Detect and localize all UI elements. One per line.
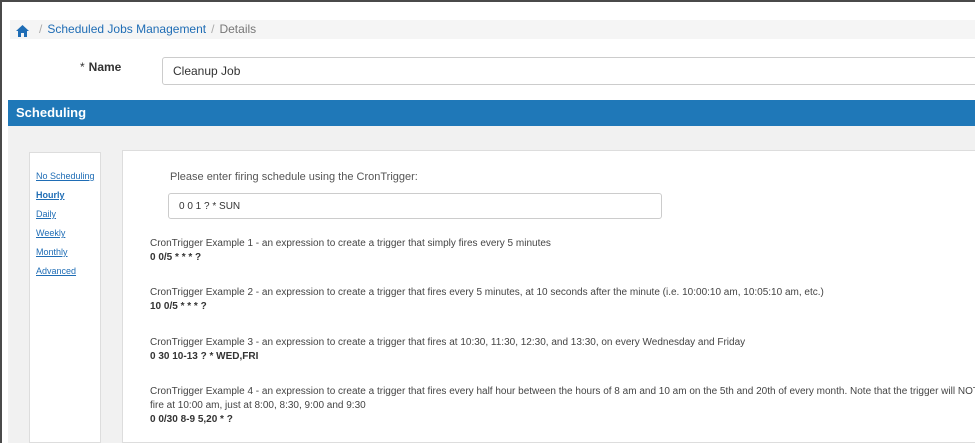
breadcrumb-separator: / — [211, 22, 215, 36]
cron-example-expression: 0 30 10-13 ? * WED,FRI — [150, 351, 259, 362]
name-input[interactable] — [162, 57, 975, 85]
name-row: * Name — [0, 57, 975, 85]
name-label-text: Name — [88, 60, 122, 74]
cron-example-description: CronTrigger Example 1 - an expression to… — [150, 238, 551, 249]
cron-example-expression: 10 0/5 * * * ? — [150, 301, 207, 312]
sidebar-item-no-scheduling[interactable]: No Scheduling — [36, 171, 100, 181]
home-icon[interactable] — [16, 24, 29, 37]
sidebar-item-monthly[interactable]: Monthly — [36, 247, 100, 257]
cron-example: CronTrigger Example 2 - an expression to… — [150, 286, 975, 314]
breadcrumb-current: Details — [219, 22, 257, 36]
name-label: * Name — [80, 60, 121, 74]
cron-example: CronTrigger Example 3 - an expression to… — [150, 336, 975, 364]
breadcrumb-separator: / — [39, 22, 43, 36]
cron-example-description: CronTrigger Example 4 - an expression to… — [150, 386, 975, 411]
schedule-type-sidebar: No Scheduling Hourly Daily Weekly Monthl… — [29, 152, 101, 443]
sidebar-item-hourly[interactable]: Hourly — [36, 190, 100, 200]
cron-expression-input[interactable] — [168, 193, 662, 219]
cron-example-description: CronTrigger Example 3 - an expression to… — [150, 337, 746, 348]
cron-example: CronTrigger Example 4 - an expression to… — [150, 385, 975, 427]
breadcrumb-scheduled-jobs-link[interactable]: Scheduled Jobs Management — [47, 20, 206, 39]
sidebar-item-advanced[interactable]: Advanced — [36, 266, 100, 276]
breadcrumb: / Scheduled Jobs Management / Details — [10, 20, 975, 39]
cron-example-description: CronTrigger Example 2 - an expression to… — [150, 287, 824, 298]
sidebar-item-weekly[interactable]: Weekly — [36, 228, 100, 238]
scheduling-section-header: Scheduling — [8, 100, 975, 126]
required-marker: * — [80, 60, 85, 74]
cron-example-expression: 0 0/30 8-9 5,20 * ? — [150, 414, 233, 425]
cron-prompt: Please enter firing schedule using the C… — [170, 171, 418, 183]
sidebar-item-daily[interactable]: Daily — [36, 209, 100, 219]
cron-content-panel: Please enter firing schedule using the C… — [122, 150, 975, 443]
cron-example: CronTrigger Example 1 - an expression to… — [150, 237, 975, 265]
window-border-top — [0, 0, 975, 2]
cron-example-expression: 0 0/5 * * * ? — [150, 252, 202, 263]
